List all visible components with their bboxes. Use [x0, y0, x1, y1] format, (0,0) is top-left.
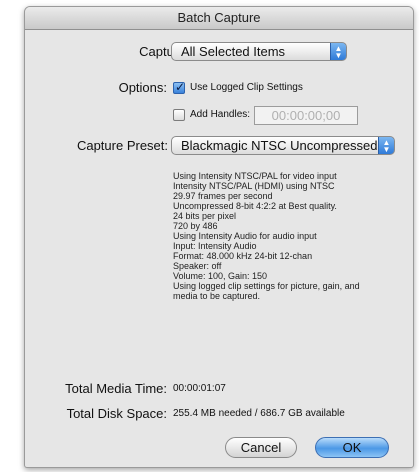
page-background: Batch Capture Capture: All Selected Item… [0, 0, 420, 472]
capture-preset-popup-value: Blackmagic NTSC Uncompressed [181, 138, 378, 153]
capture-popup-value: All Selected Items [181, 44, 286, 59]
title-bar[interactable]: Batch Capture [25, 7, 413, 30]
total-disk-space-label: Total Disk Space: [66, 406, 167, 421]
total-media-time-value: 00:00:01:07 [173, 383, 226, 394]
preset-description: Using Intensity NTSC/PAL for video input… [173, 171, 393, 301]
description-line: Format: 48.000 kHz 24-bit 12-chan [173, 251, 313, 261]
description-line: 29.97 frames per second [173, 191, 273, 201]
description-line: media to be captured. [173, 291, 261, 301]
description-line: Using logged clip settings for picture, … [173, 281, 360, 291]
use-logged-clip-settings-checkbox[interactable]: ✓ [173, 80, 186, 94]
description-line: Using Intensity NTSC/PAL for video input [173, 171, 337, 181]
capture-preset-popup[interactable]: Blackmagic NTSC Uncompressed ▲ ▼ [171, 136, 395, 155]
options-label: Options: [118, 80, 167, 95]
use-logged-clip-settings-label: Use Logged Clip Settings [190, 82, 303, 93]
description-line: Input: Intensity Audio [173, 241, 257, 251]
batch-capture-dialog: Batch Capture Capture: All Selected Item… [24, 6, 414, 468]
up-down-arrows-icon: ▲ ▼ [378, 137, 394, 154]
handles-timecode-field[interactable]: 00:00:00;00 [254, 106, 358, 125]
total-media-time-label: Total Media Time: [65, 381, 167, 396]
capture-preset-label: Capture Preset: [76, 138, 168, 153]
description-line: 720 by 486 [173, 221, 218, 231]
capture-popup[interactable]: All Selected Items ▲ ▼ [171, 42, 347, 61]
cancel-button[interactable]: Cancel [225, 437, 297, 458]
total-disk-space-value: 255.4 MB needed / 686.7 GB available [173, 408, 345, 419]
description-line: Using Intensity Audio for audio input [173, 231, 317, 241]
window-title: Batch Capture [177, 10, 261, 25]
description-line: 24 bits per pixel [173, 211, 237, 221]
add-handles-checkbox[interactable] [173, 109, 185, 121]
description-line: Uncompressed 8-bit 4:2:2 at Best quality… [173, 201, 337, 211]
add-handles-label: Add Handles: [190, 109, 251, 120]
ok-button[interactable]: OK [315, 437, 389, 458]
description-line: Speaker: off [173, 261, 222, 271]
description-line: Volume: 100, Gain: 150 [173, 271, 268, 281]
description-line: Intensity NTSC/PAL (HDMI) using NTSC [173, 181, 335, 191]
up-down-arrows-icon: ▲ ▼ [330, 43, 346, 60]
checkmark-icon: ✓ [175, 80, 186, 94]
